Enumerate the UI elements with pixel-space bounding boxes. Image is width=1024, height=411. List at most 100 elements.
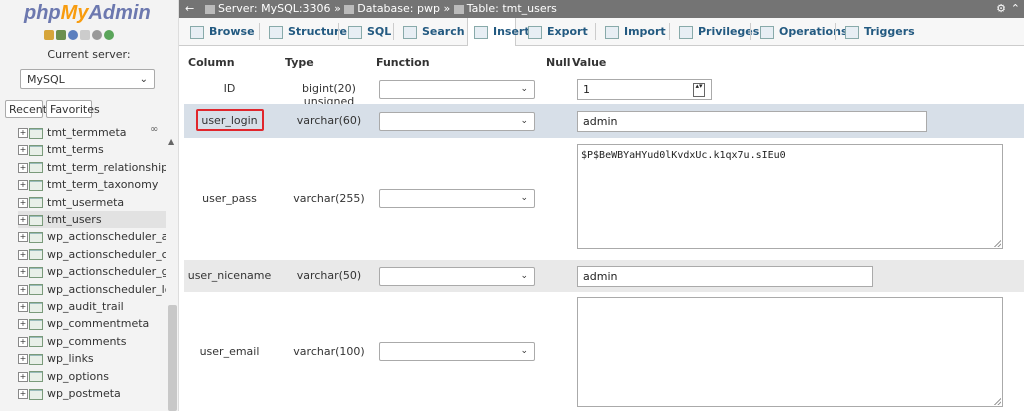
tab-separator [338,23,339,40]
database-icon [344,4,355,14]
gear-icon[interactable]: ⚙ [996,0,1006,18]
function-select[interactable]: ⌄ [379,111,535,131]
expand-plus-icon[interactable]: + [18,197,28,208]
favorite-tables-button[interactable]: Favorites [46,100,100,118]
sidebar-table-item[interactable]: + wp_comments [18,333,166,350]
insert-form: Column Type Function Null Value ID bigint… [179,46,1024,411]
sidebar-table-item[interactable]: + wp_postmeta [18,385,166,402]
value-input-user_nicename[interactable]: admin [577,265,873,287]
home-icon[interactable] [44,30,54,40]
sidebar-scrollbar-thumb[interactable] [168,305,177,411]
resize-grip-icon[interactable] [994,398,1001,405]
header-value: Value [572,56,607,69]
value-text: $P$BeWBYaHYud0lKvdxUc.k1qx7u.sIEu0 [581,150,786,161]
form-row-ID: ID bigint(20) unsigned ⌄ 1 ▴▾ [184,74,1024,108]
tab-search[interactable]: Search [397,18,465,45]
recent-tables-button[interactable]: Recent [5,100,47,118]
tab-label: SQL [367,25,392,38]
sidebar-table-item[interactable]: + tmt_term_relationships [18,159,166,176]
docs-icon[interactable] [80,30,90,40]
tab-browse[interactable]: Browse [184,18,257,45]
sidebar-table-label: wp_options [47,369,109,383]
tab-sql[interactable]: SQL [342,18,391,45]
phpmyadmin-logo[interactable]: phpMyAdmin [24,2,151,25]
sidebar-table-item[interactable]: + tmt_termmeta [18,128,166,141]
tab-insert[interactable]: Insert [467,18,530,46]
value-textarea-user_email[interactable] [577,297,1003,407]
expand-plus-icon[interactable]: + [18,267,28,278]
collapse-icon[interactable]: ⌃ [1011,0,1020,18]
expand-plus-icon[interactable]: + [18,162,28,173]
tab-structure[interactable]: Structure [263,18,347,45]
expand-plus-icon[interactable]: + [18,249,28,260]
logout-icon[interactable] [68,30,78,40]
chevron-down-icon: ⌄ [520,270,528,281]
expand-plus-icon[interactable]: + [18,145,28,156]
tab-privileges[interactable]: Privileges [673,18,759,45]
function-select[interactable]: ⌄ [379,79,535,99]
back-arrow-icon[interactable]: ← [185,0,194,18]
expand-plus-icon[interactable]: + [18,215,28,225]
form-row-user_nicename: user_nicename varchar(50) ⌄ admin [184,260,1024,292]
value-textarea-user_pass[interactable]: $P$BeWBYaHYud0lKvdxUc.k1qx7u.sIEu0 [577,144,1003,249]
table-icon [29,318,43,330]
sidebar-table-label: tmt_usermeta [47,195,125,209]
breadcrumb-database[interactable]: Database: pwp [357,2,440,15]
number-spinner-icon[interactable]: ▴▾ [693,82,705,97]
operations-icon [760,25,774,39]
sidebar-table-item[interactable]: + tmt_users [18,211,166,228]
expand-plus-icon[interactable]: + [18,284,28,295]
server-select[interactable]: MySQL ⌄ [20,69,155,89]
expand-plus-icon[interactable]: + [18,371,28,382]
settings-icon[interactable] [92,30,102,40]
table-tree: + tmt_termmeta + tmt_terms + tmt_term_relatio… [0,128,166,411]
tab-label: Search [422,25,465,38]
expand-plus-icon[interactable]: + [18,336,28,347]
scroll-up-arrow[interactable]: ▲ [168,137,174,146]
sidebar-table-item[interactable]: + tmt_usermeta [18,194,166,211]
expand-plus-icon[interactable]: + [18,354,28,365]
sidebar-table-item[interactable]: + wp_audit_trail [18,298,166,315]
function-select[interactable]: ⌄ [379,341,535,361]
form-row-user_email: user_email varchar(100) ⌄ [184,292,1024,411]
table-icon [29,197,43,209]
tab-import[interactable]: Import [599,18,667,45]
expand-plus-icon[interactable]: + [18,232,28,243]
expand-plus-icon[interactable]: + [18,389,28,399]
sql-query-icon[interactable] [56,30,66,40]
sidebar-table-item[interactable]: + wp_actionscheduler_logs [18,281,166,298]
expand-plus-icon[interactable]: + [18,319,28,330]
function-select[interactable]: ⌄ [379,266,535,286]
column-name: user_pass [202,192,257,205]
resize-grip-icon[interactable] [994,240,1001,247]
value-input-ID[interactable]: 1 ▴▾ [577,78,712,100]
table-icon [29,162,43,174]
reload-icon[interactable] [104,30,114,40]
insert-icon [474,25,488,39]
tab-separator [393,23,394,40]
column-name: ID [223,82,236,95]
sidebar-table-item[interactable]: + wp_links [18,350,166,367]
tab-export[interactable]: Export [522,18,593,45]
sidebar-table-item[interactable]: + wp_actionscheduler_actions [18,228,166,245]
sidebar-table-item[interactable]: + wp_actionscheduler_claims [18,246,166,263]
sidebar-table-item[interactable]: + wp_commentmeta [18,315,166,332]
current-server-label: Current server: [47,48,131,61]
value-text: admin [583,269,618,283]
breadcrumb-server[interactable]: Server: MySQL:3306 [218,2,331,15]
expand-plus-icon[interactable]: + [18,180,28,191]
tab-triggers[interactable]: Triggers [839,18,915,45]
sidebar-table-item[interactable]: + tmt_terms [18,141,166,158]
sidebar-table-item[interactable]: + wp_options [18,368,166,385]
function-select[interactable]: ⌄ [379,189,535,208]
expand-plus-icon[interactable]: + [18,302,28,312]
sidebar-table-item[interactable]: + wp_actionscheduler_groups [18,263,166,280]
table-icon [29,214,43,226]
breadcrumb-table[interactable]: Table: tmt_users [467,2,557,15]
expand-plus-icon[interactable]: + [18,128,28,138]
sidebar-table-item[interactable]: + tmt_term_taxonomy [18,176,166,193]
value-input-user_login[interactable]: admin [577,110,927,132]
tab-separator [595,23,596,40]
table-icon [29,128,43,139]
tab-operations[interactable]: Operations [754,18,848,45]
